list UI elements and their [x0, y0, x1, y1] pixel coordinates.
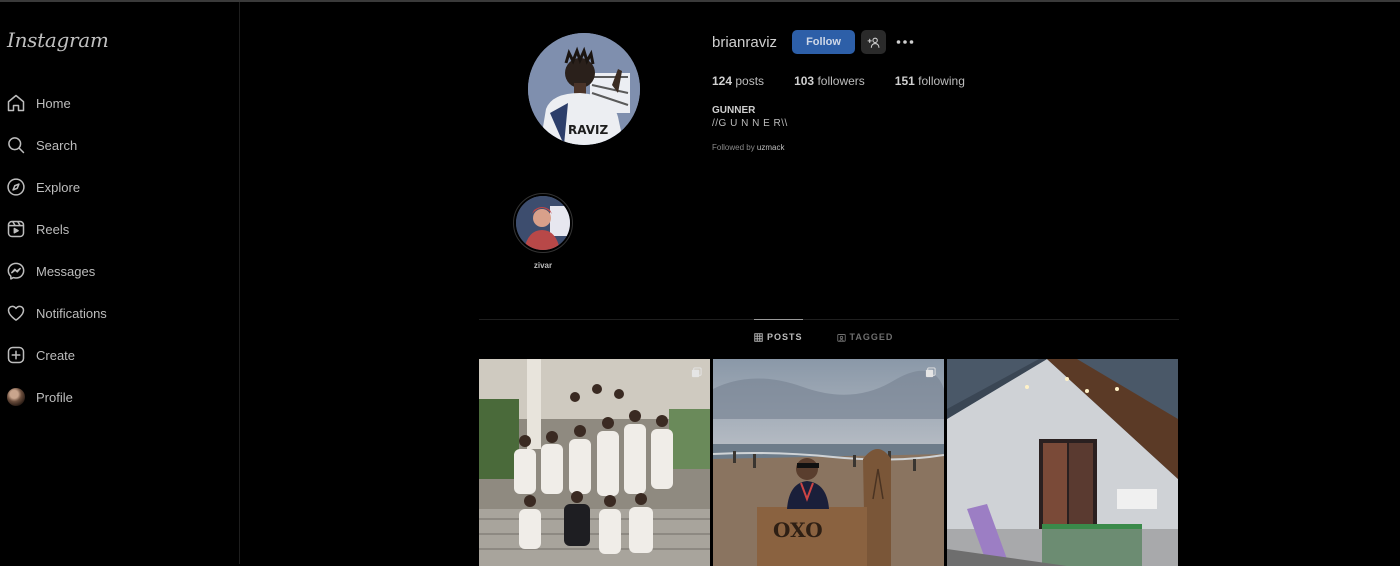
sidebar-item-label: Messages	[36, 263, 96, 279]
profile-tabs: POSTS TAGGED	[754, 332, 927, 342]
home-icon	[5, 92, 27, 114]
sidebar: Instagram Home Search Explore Reels Mess…	[0, 2, 240, 564]
sidebar-item-explore[interactable]: Explore	[0, 166, 239, 208]
profile-username: brianraviz	[712, 34, 778, 51]
post-thumbnail[interactable]	[947, 359, 1178, 566]
sidebar-item-home[interactable]: Home	[0, 82, 239, 124]
multiple-posts-icon	[691, 367, 702, 378]
sidebar-item-label: Profile	[36, 389, 73, 405]
profile-picture[interactable]: RAVIZ	[528, 33, 640, 145]
following-count[interactable]: 151 following	[895, 74, 965, 88]
multiple-posts-icon	[925, 367, 936, 378]
followers-count[interactable]: 103 followers	[794, 74, 865, 88]
sidebar-item-messages[interactable]: Messages	[0, 250, 239, 292]
sidebar-item-profile[interactable]: Profile	[0, 376, 239, 418]
posts-grid: OXO	[479, 359, 1179, 566]
bio-text: //G U N N E R\\	[712, 118, 788, 129]
tab-posts[interactable]: POSTS	[754, 332, 803, 342]
sidebar-item-notifications[interactable]: Notifications	[0, 292, 239, 334]
avatar	[5, 386, 27, 408]
plus-square-icon	[5, 344, 27, 366]
sidebar-item-label: Home	[36, 95, 71, 111]
tag-icon	[836, 333, 846, 342]
bio-name: GUNNER	[712, 105, 756, 116]
suggested-users-button[interactable]	[861, 30, 886, 54]
heart-icon	[5, 302, 27, 324]
sidebar-nav: Home Search Explore Reels Messages Notif…	[0, 82, 239, 418]
more-horizontal-icon	[896, 40, 914, 44]
more-options-button[interactable]	[895, 32, 915, 52]
sidebar-item-create[interactable]: Create	[0, 334, 239, 376]
sidebar-item-label: Explore	[36, 179, 81, 195]
post-thumbnail[interactable]: OXO	[713, 359, 944, 566]
highlight-label: zivar	[533, 261, 553, 270]
add-user-icon	[867, 37, 880, 48]
followed-by[interactable]: Followed by uzmack	[712, 143, 784, 152]
svg-text:RAVIZ: RAVIZ	[568, 123, 608, 137]
grid-icon	[754, 332, 763, 342]
tabs-divider	[479, 319, 1179, 320]
sidebar-item-label: Reels	[36, 221, 70, 237]
compass-icon	[5, 176, 27, 198]
story-highlight[interactable]: zivar	[512, 193, 574, 270]
sidebar-item-reels[interactable]: Reels	[0, 208, 239, 250]
active-tab-indicator	[754, 319, 803, 320]
sidebar-item-label: Create	[36, 347, 76, 363]
posts-count: 124 posts	[712, 74, 765, 88]
highlight-ring	[513, 193, 573, 253]
highlight-cover	[516, 196, 570, 250]
instagram-logo[interactable]: Instagram	[7, 28, 109, 52]
profile-main: RAVIZ brianraviz Follow 124 posts 103 fo…	[241, 2, 1400, 566]
followed-by-user[interactable]: uzmack	[757, 143, 785, 152]
follow-button[interactable]: Follow	[792, 30, 855, 54]
sidebar-item-label: Search	[36, 137, 78, 153]
sidebar-item-search[interactable]: Search	[0, 124, 239, 166]
svg-text:OXO: OXO	[773, 518, 823, 542]
post-thumbnail[interactable]	[479, 359, 710, 566]
search-icon	[5, 134, 27, 156]
reels-icon	[5, 218, 27, 240]
messenger-icon	[5, 260, 27, 282]
profile-stats: 124 posts 103 followers 151 following	[712, 74, 995, 88]
sidebar-item-label: Notifications	[36, 305, 107, 321]
tab-tagged[interactable]: TAGGED	[836, 332, 894, 342]
